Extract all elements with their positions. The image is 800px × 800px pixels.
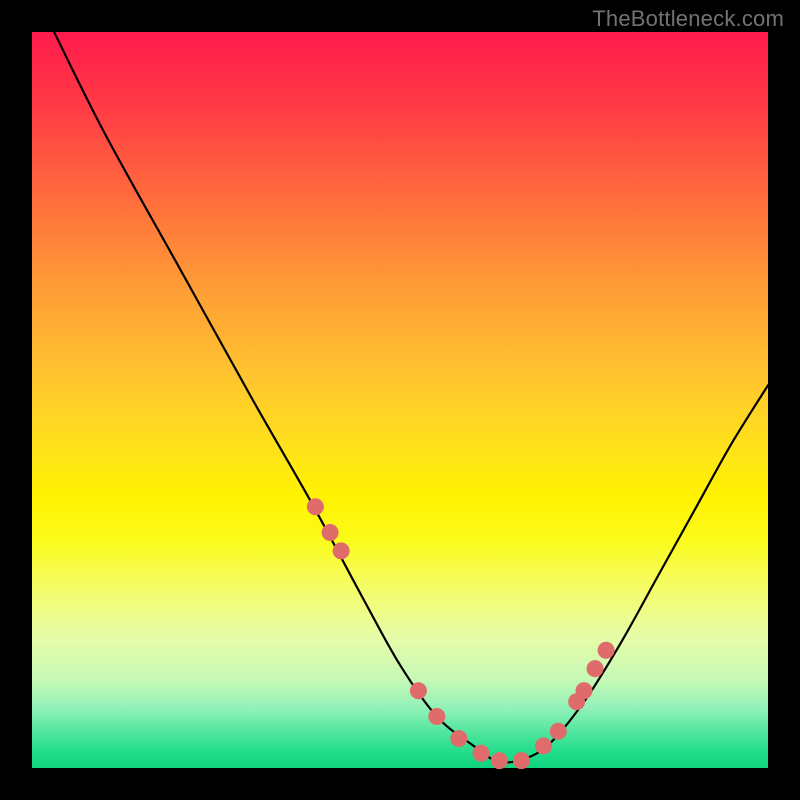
dot [450,730,467,747]
dot [576,682,593,699]
dot [535,737,552,754]
highlight-dots [307,498,615,769]
dot [333,542,350,559]
dot [428,708,445,725]
bottleneck-curve [54,32,768,762]
dot [410,682,427,699]
dot [550,723,567,740]
dot [598,642,615,659]
dot [513,752,530,769]
dot [587,660,604,677]
watermark-text: TheBottleneck.com [592,6,784,32]
chart-svg [32,32,768,768]
dot [307,498,324,515]
dot [491,752,508,769]
dot [322,524,339,541]
dot [472,745,489,762]
chart-frame: TheBottleneck.com [0,0,800,800]
